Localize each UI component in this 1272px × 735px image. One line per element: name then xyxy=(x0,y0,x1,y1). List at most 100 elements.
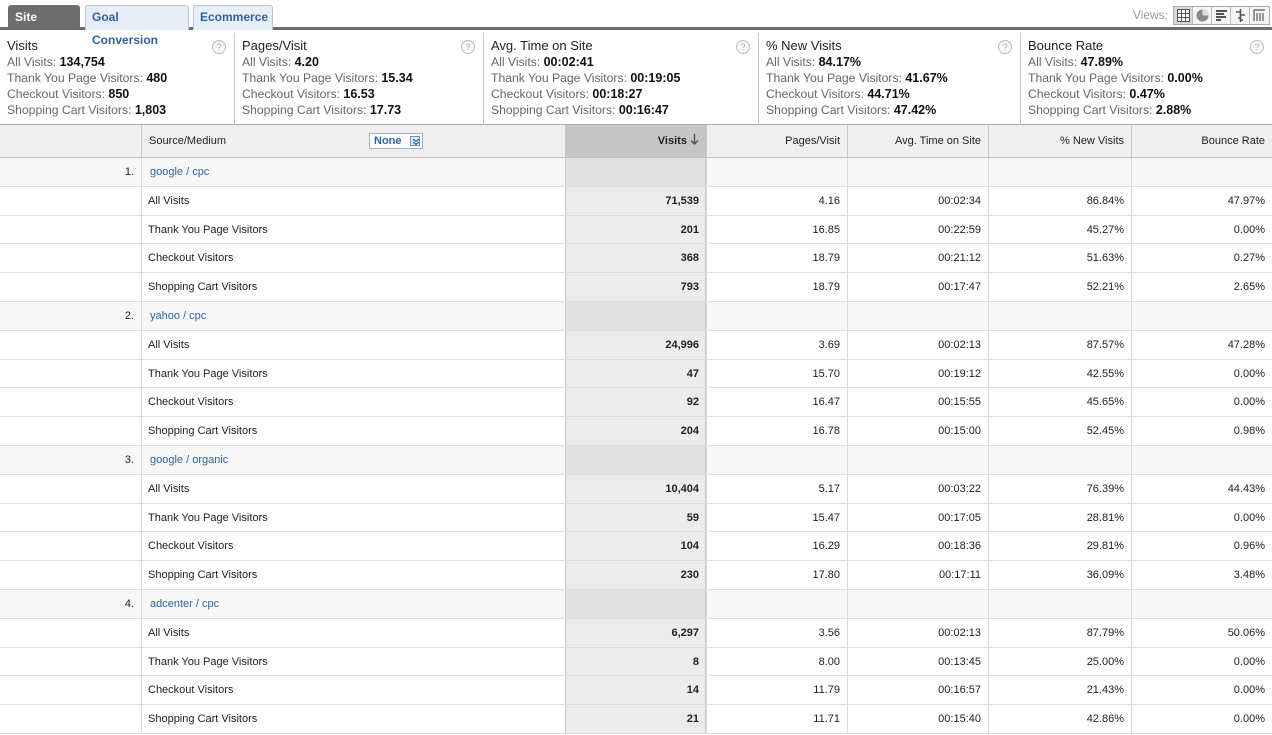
bounce-rate-value: 0.00% xyxy=(1233,713,1265,726)
table-view-icon[interactable] xyxy=(1174,7,1193,24)
new-visits-value: 87.57% xyxy=(1086,338,1124,351)
column-divider xyxy=(706,445,707,474)
group-row: 4. adcenter / cpc xyxy=(0,589,1272,619)
help-icon[interactable]: ? xyxy=(461,40,475,54)
table-row: Shopping Cart Visitors 230 17.80 00:17:11 36… xyxy=(0,561,1272,590)
avg-time-value: 00:22:59 xyxy=(938,223,981,236)
column-divider xyxy=(141,445,142,474)
avg-time-value: 00:02:34 xyxy=(938,194,981,207)
pages-per-visit-value: 15.70 xyxy=(812,367,840,380)
table-row: All Visits 6,297 3.56 00:02:13 87.79% 50.06% xyxy=(0,618,1272,648)
header-visits[interactable]: Visits xyxy=(565,125,706,157)
segment-name: Checkout Visitors xyxy=(148,684,234,697)
column-divider xyxy=(706,301,707,330)
bounce-rate-value: 0.00% xyxy=(1233,223,1265,236)
table-row: Checkout Visitors 92 16.47 00:15:55 45.65% 0.… xyxy=(0,388,1272,418)
avg-time-value: 00:02:13 xyxy=(938,338,981,351)
avg-time-value: 00:17:11 xyxy=(938,569,981,582)
visits-value: 47 xyxy=(686,367,699,380)
column-divider xyxy=(706,158,707,186)
metric-new-visits: % New Visits All Visits: 84.17% Thank Yo… xyxy=(759,33,1021,125)
avg-time-value: 00:13:45 xyxy=(938,655,981,668)
tab-ecommerce[interactable]: Ecommerce xyxy=(193,5,273,30)
source-medium-link[interactable]: yahoo / cpc xyxy=(143,302,563,330)
source-medium-link[interactable]: google / organic xyxy=(143,446,563,474)
column-divider xyxy=(1131,158,1132,186)
performance-view-icon[interactable] xyxy=(1212,7,1231,24)
group-rank: 4. xyxy=(124,597,134,610)
summary-metrics: Visits All Visits: 134,754 Thank You Pag… xyxy=(0,33,1272,125)
visits-value: 104 xyxy=(680,540,699,553)
help-icon[interactable]: ? xyxy=(1250,40,1264,54)
new-visits-value: 45.65% xyxy=(1086,396,1124,409)
metric-title: Pages/Visit xyxy=(242,38,307,53)
visits-value: 10,404 xyxy=(665,482,699,495)
visits-value: 71,539 xyxy=(665,194,699,207)
segment-name: Thank You Page Visitors xyxy=(148,511,268,524)
source-medium-link[interactable]: adcenter / cpc xyxy=(143,590,563,618)
bounce-rate-value: 44.43% xyxy=(1227,482,1265,495)
comparison-view-icon[interactable] xyxy=(1231,7,1250,24)
pages-per-visit-value: 16.85 xyxy=(812,223,840,236)
bounce-rate-value: 0.00% xyxy=(1233,655,1265,668)
avg-time-value: 00:21:12 xyxy=(938,252,981,265)
column-divider xyxy=(988,301,989,330)
pivot-view-icon[interactable] xyxy=(1250,7,1269,24)
new-visits-value: 42.55% xyxy=(1086,367,1124,380)
tab-site-usage[interactable]: Site Usage xyxy=(8,5,80,47)
pie-view-icon[interactable] xyxy=(1193,7,1212,24)
visits-column-shade xyxy=(565,445,706,474)
visits-value: 230 xyxy=(680,569,699,582)
table-row: Shopping Cart Visitors 21 11.71 00:15:40 42.… xyxy=(0,705,1272,734)
table-row: All Visits 71,539 4.16 00:02:34 86.84% 47.97% xyxy=(0,186,1272,216)
pages-per-visit-value: 18.79 xyxy=(812,281,840,294)
bounce-rate-value: 2.65% xyxy=(1233,281,1265,294)
column-divider xyxy=(141,158,142,186)
visits-column-shade xyxy=(565,158,706,186)
segment-name: Checkout Visitors xyxy=(148,252,234,265)
source-medium-link[interactable]: google / cpc xyxy=(143,158,563,186)
help-icon[interactable]: ? xyxy=(736,40,750,54)
visits-value: 24,996 xyxy=(665,338,699,351)
table-body: 1. google / cpc All Visits 71,539 4.16 00:02:… xyxy=(0,158,1272,734)
header-bounce-rate[interactable]: Bounce Rate xyxy=(1131,125,1272,157)
segment-name: All Visits xyxy=(148,482,190,495)
table-row: Shopping Cart Visitors 793 18.79 00:17:47 52… xyxy=(0,273,1272,302)
new-visits-value: 51.63% xyxy=(1086,252,1124,265)
new-visits-value: 36.09% xyxy=(1086,569,1124,582)
segment-name: Thank You Page Visitors xyxy=(148,367,268,380)
segment-dropdown[interactable]: None xyxy=(369,133,423,149)
segment-name: Shopping Cart Visitors xyxy=(148,713,258,726)
header-pages-per-visit[interactable]: Pages/Visit xyxy=(706,125,847,157)
visits-value: 201 xyxy=(680,223,699,236)
column-divider xyxy=(988,158,989,186)
avg-time-value: 00:03:22 xyxy=(938,482,981,495)
column-divider xyxy=(1131,445,1132,474)
header-avg-time[interactable]: Avg. Time on Site xyxy=(847,125,988,157)
help-icon[interactable]: ? xyxy=(212,40,226,54)
group-rank: 3. xyxy=(124,453,134,466)
metric-avg-time: Avg. Time on Site All Visits: 00:02:41 T… xyxy=(484,33,759,125)
metric-title: Avg. Time on Site xyxy=(491,38,593,53)
new-visits-value: 29.81% xyxy=(1086,540,1124,553)
bounce-rate-value: 3.48% xyxy=(1233,569,1265,582)
sort-down-arrow-icon xyxy=(690,134,699,146)
tab-goal-conversion[interactable]: Goal Conversion xyxy=(85,5,189,47)
segment-name: Shopping Cart Visitors xyxy=(148,569,258,582)
bounce-rate-value: 0.00% xyxy=(1233,367,1265,380)
table-row: Thank You Page Visitors 59 15.47 00:17:05 28… xyxy=(0,503,1272,533)
avg-time-value: 00:15:40 xyxy=(938,713,981,726)
group-rank: 2. xyxy=(124,309,134,322)
segment-name: All Visits xyxy=(148,338,190,351)
pages-per-visit-value: 15.47 xyxy=(812,511,840,524)
header-source-medium[interactable]: Source/Medium xyxy=(141,125,565,157)
new-visits-value: 25.00% xyxy=(1086,655,1124,668)
segment-name: Shopping Cart Visitors xyxy=(148,425,258,438)
segment-name: Checkout Visitors xyxy=(148,540,234,553)
table-row: Checkout Visitors 368 18.79 00:21:12 51.63% 0… xyxy=(0,244,1272,274)
help-icon[interactable]: ? xyxy=(998,40,1012,54)
table-header: Source/Medium None Visits Pages/Visit Av… xyxy=(0,125,1272,158)
header-new-visits[interactable]: % New Visits xyxy=(988,125,1131,157)
segment-name: Shopping Cart Visitors xyxy=(148,281,258,294)
segment-name: All Visits xyxy=(148,194,190,207)
